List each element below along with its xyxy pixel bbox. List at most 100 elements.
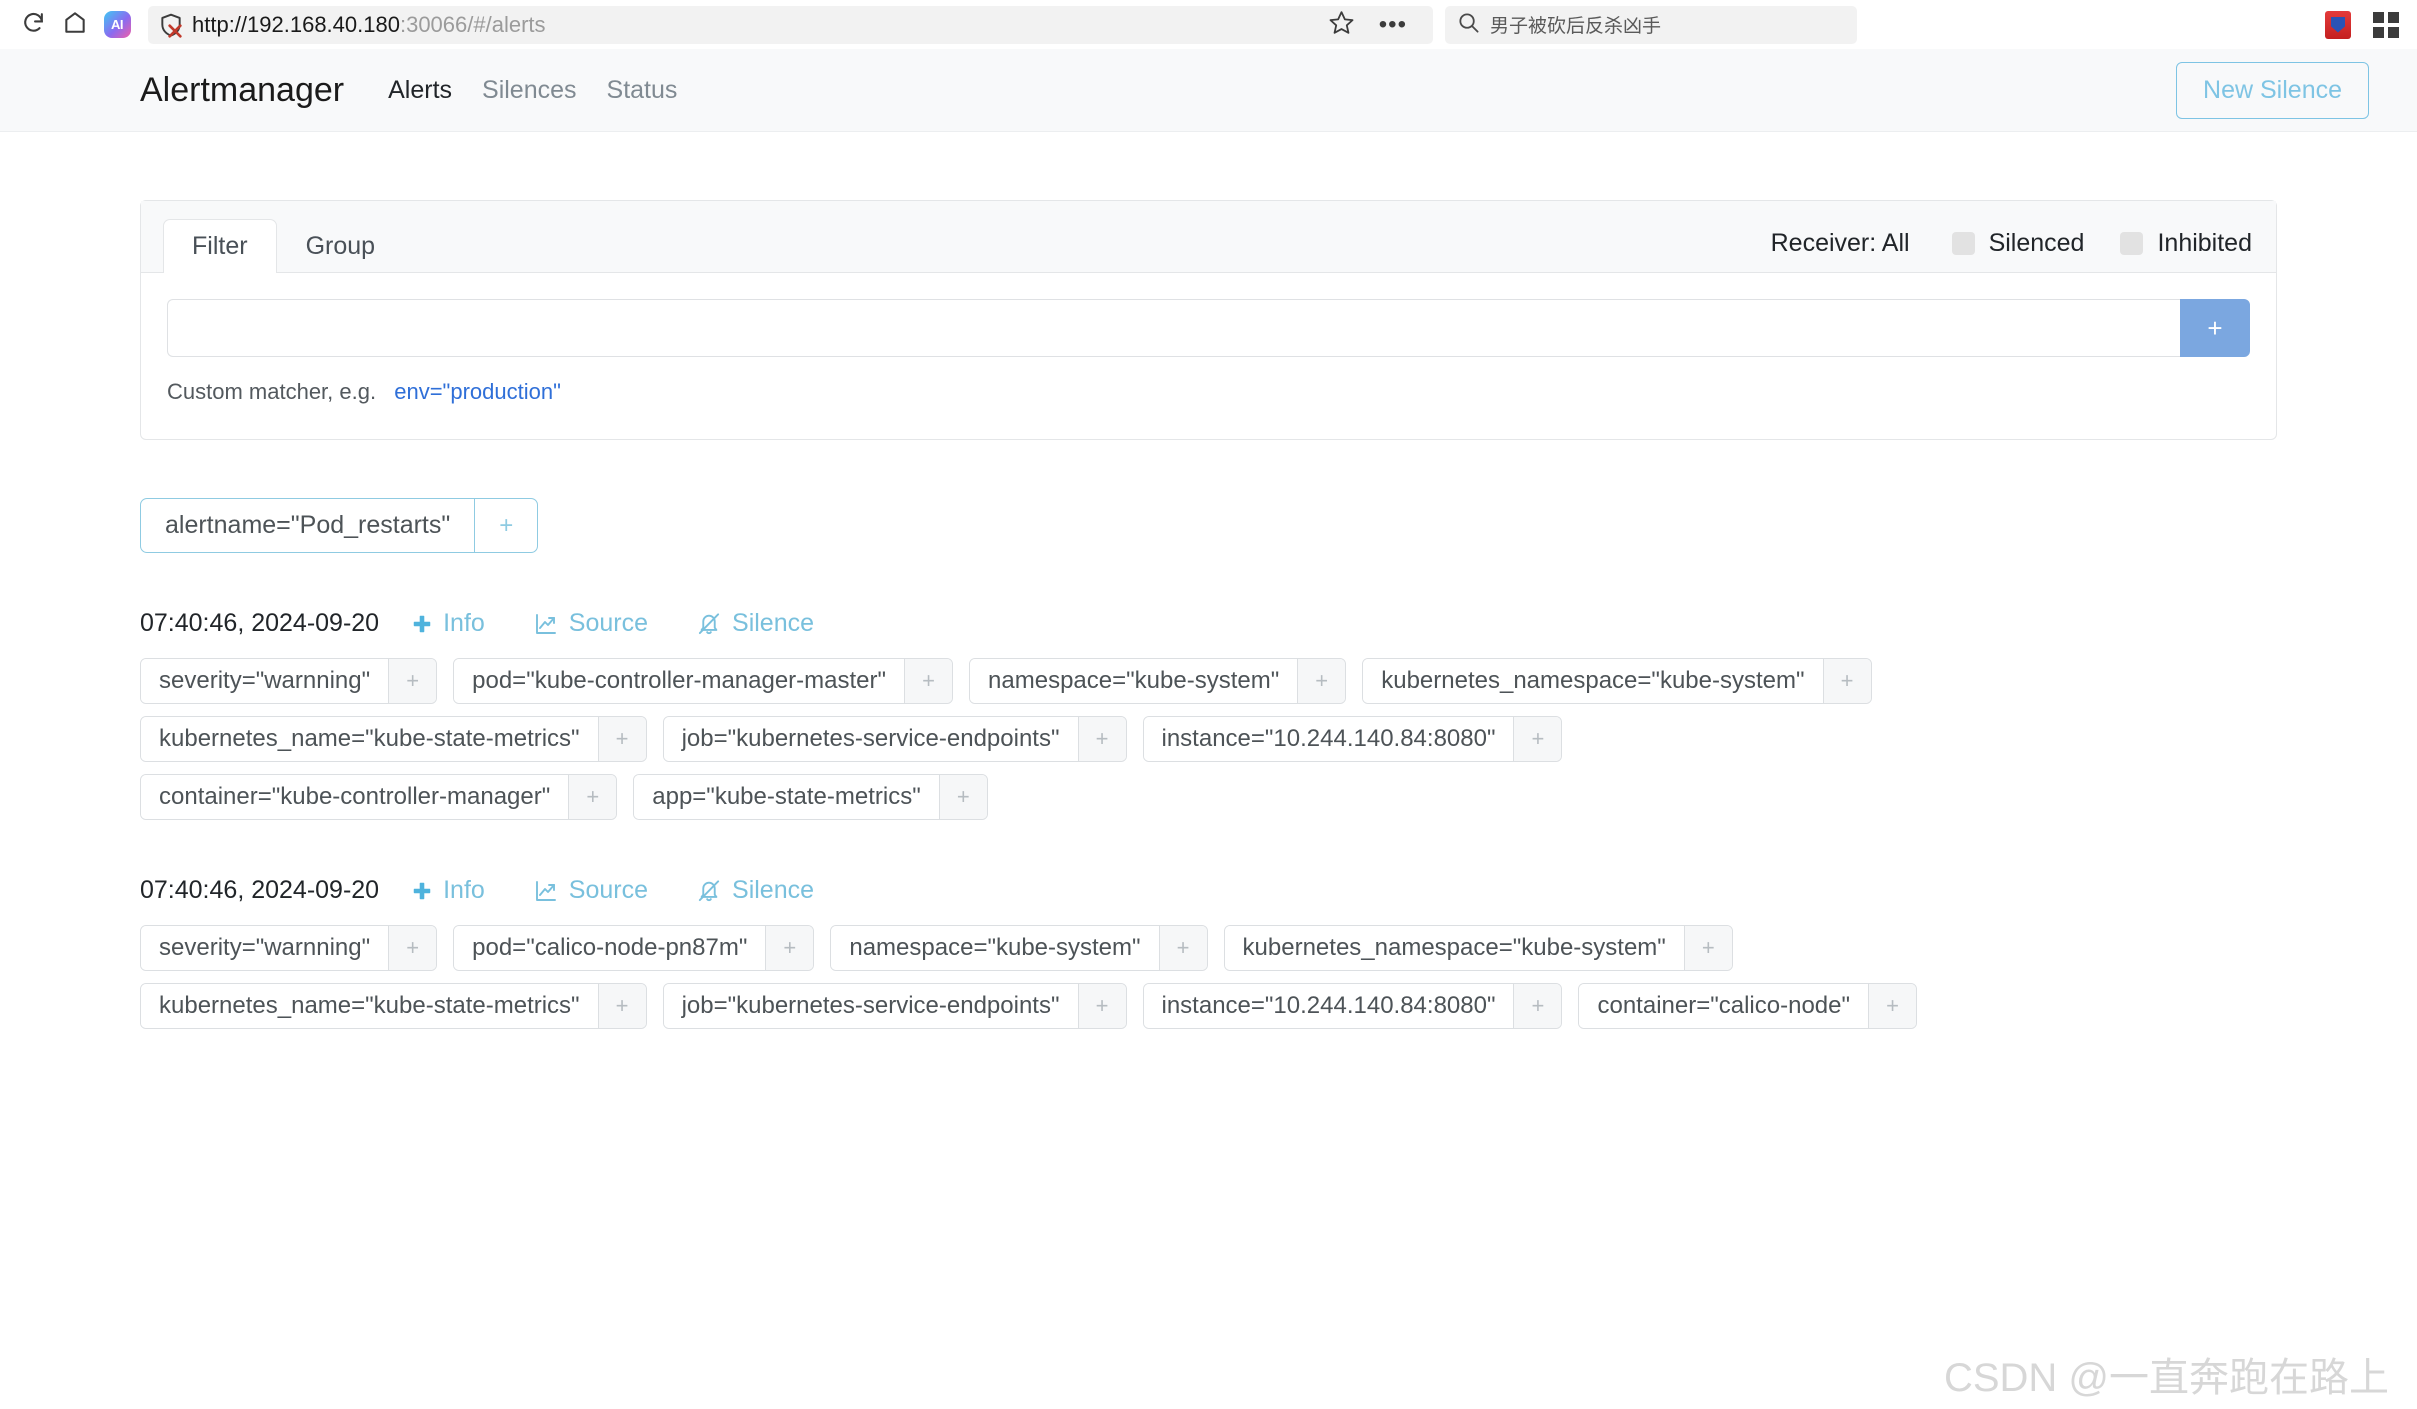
alert-item: 07:40:46, 2024-09-20 Info Source Silence…	[140, 876, 2277, 1029]
alert-timestamp: 07:40:46, 2024-09-20	[140, 876, 380, 904]
app-brand: Alertmanager	[140, 70, 345, 109]
app-navbar: Alertmanager Alerts Silences Status New …	[0, 49, 2417, 132]
alert-label-chip[interactable]: pod="calico-node-pn87m" +	[453, 925, 815, 971]
alert-label-chip[interactable]: app="kube-state-metrics" +	[633, 774, 988, 820]
alert-label-chip[interactable]: namespace="kube-system" +	[969, 658, 1347, 704]
alert-info-label: Info	[443, 609, 485, 637]
alert-label-chip[interactable]: instance="10.244.140.84:8080" +	[1142, 983, 1563, 1029]
alert-label-plus-button[interactable]: +	[765, 926, 814, 970]
alert-label-chip[interactable]: instance="10.244.140.84:8080" +	[1142, 716, 1563, 762]
alert-label-chip[interactable]: job="kubernetes-service-endpoints" +	[662, 983, 1127, 1029]
search-query-text: 男子被砍后反杀凶手	[1490, 16, 1662, 37]
nav-link-status[interactable]: Status	[607, 76, 678, 105]
matcher-input[interactable]	[167, 299, 2180, 357]
alert-label-chip[interactable]: pod="kube-controller-manager-master" +	[453, 658, 954, 704]
alert-label-plus-button[interactable]: +	[904, 659, 953, 703]
active-filter-label: alertname="Pod_restarts"	[141, 499, 476, 552]
alert-silence-link[interactable]: Silence	[696, 876, 814, 905]
home-button[interactable]	[54, 6, 96, 44]
ai-assistant-button[interactable]: AI	[96, 6, 138, 44]
silenced-checkbox-group[interactable]: Silenced	[1951, 229, 2084, 258]
url-scheme-host: http://192.168.40.180	[192, 11, 400, 37]
apps-grid-icon[interactable]	[2373, 11, 2399, 38]
alert-label-plus-button[interactable]: +	[597, 984, 646, 1028]
matcher-hint-example[interactable]: env="production"	[394, 379, 561, 404]
alert-label-text: severity="warnning"	[141, 659, 389, 703]
reload-button[interactable]	[12, 6, 54, 44]
active-filter-chip[interactable]: alertname="Pod_restarts" +	[140, 498, 539, 553]
add-matcher-button[interactable]: +	[2180, 299, 2250, 357]
alert-label-chip[interactable]: severity="warnning" +	[140, 925, 438, 971]
label-row: kubernetes_name="kube-state-metrics" + j…	[140, 716, 2277, 762]
search-bar[interactable]: 男子被砍后反杀凶手	[1445, 5, 1857, 44]
alert-label-text: instance="10.244.140.84:8080"	[1143, 717, 1514, 761]
tab-group[interactable]: Group	[277, 219, 404, 273]
alert-label-plus-button[interactable]: +	[1077, 717, 1126, 761]
alert-meta: 07:40:46, 2024-09-20 Info Source Silence	[140, 609, 2277, 638]
reload-icon	[21, 10, 46, 40]
inhibited-label: Inhibited	[2157, 229, 2252, 257]
alert-label-plus-button[interactable]: +	[1158, 926, 1207, 970]
matcher-hint-text: Custom matcher, e.g.	[167, 379, 377, 404]
bell-slash-icon	[696, 611, 722, 636]
alert-label-chip[interactable]: container="kube-controller-manager" +	[140, 774, 618, 820]
alert-source-label: Source	[568, 609, 649, 637]
filter-header-controls: Receiver: All Silenced Inhibited	[1771, 229, 2252, 272]
alert-source-link[interactable]: Source	[533, 876, 648, 905]
bookmark-star-button[interactable]	[1328, 9, 1355, 41]
alert-label-plus-button[interactable]: +	[1513, 717, 1562, 761]
alert-label-chip[interactable]: kubernetes_namespace="kube-system" +	[1223, 925, 1733, 971]
new-silence-button[interactable]: New Silence	[2176, 61, 2369, 119]
alert-label-plus-button[interactable]: +	[388, 659, 437, 703]
alert-source-link[interactable]: Source	[533, 609, 648, 638]
alert-label-plus-button[interactable]: +	[568, 775, 617, 819]
alert-label-text: kubernetes_namespace="kube-system"	[1363, 659, 1823, 703]
alert-label-plus-button[interactable]: +	[1297, 659, 1346, 703]
nav-link-silences[interactable]: Silences	[482, 76, 577, 105]
bell-slash-icon	[696, 878, 722, 903]
alert-label-plus-button[interactable]: +	[1868, 984, 1917, 1028]
alert-label-plus-button[interactable]: +	[388, 926, 437, 970]
alert-item: 07:40:46, 2024-09-20 Info Source Silence…	[140, 609, 2277, 820]
label-row: kubernetes_name="kube-state-metrics" + j…	[140, 983, 2277, 1029]
alert-label-chip[interactable]: container="calico-node" +	[1578, 983, 1918, 1029]
alert-label-plus-button[interactable]: +	[938, 775, 987, 819]
alert-label-chip[interactable]: kubernetes_name="kube-state-metrics" +	[140, 983, 647, 1029]
alert-silence-label: Silence	[732, 876, 815, 904]
alert-label-text: namespace="kube-system"	[831, 926, 1159, 970]
extension-icon[interactable]	[2325, 10, 2351, 39]
alert-label-plus-button[interactable]: +	[1683, 926, 1732, 970]
more-options-icon[interactable]: •••	[1379, 12, 1407, 36]
alert-info-link[interactable]: Info	[411, 609, 485, 638]
address-bar[interactable]: http://192.168.40.180:30066/#/alerts •••	[148, 5, 1433, 44]
alert-label-plus-button[interactable]: +	[1077, 984, 1126, 1028]
alert-label-plus-button[interactable]: +	[597, 717, 646, 761]
silenced-checkbox[interactable]	[1951, 232, 1975, 255]
alert-label-text: container="kube-controller-manager"	[141, 775, 569, 819]
alert-label-chip[interactable]: namespace="kube-system" +	[830, 925, 1208, 971]
home-icon	[62, 9, 88, 40]
alert-label-chip[interactable]: job="kubernetes-service-endpoints" +	[662, 716, 1127, 762]
label-row: severity="warnning" + pod="calico-node-p…	[140, 925, 2277, 971]
alert-info-link[interactable]: Info	[411, 876, 485, 905]
active-filter-plus-button[interactable]: +	[475, 499, 537, 552]
alert-label-chip[interactable]: kubernetes_name="kube-state-metrics" +	[140, 716, 647, 762]
label-row: container="kube-controller-manager" + ap…	[140, 774, 2277, 820]
nav-link-alerts[interactable]: Alerts	[388, 76, 452, 105]
alert-label-text: severity="warnning"	[141, 926, 389, 970]
alert-silence-link[interactable]: Silence	[696, 609, 814, 638]
url-text: http://192.168.40.180:30066/#/alerts	[192, 12, 546, 38]
label-row: severity="warnning" + pod="kube-controll…	[140, 658, 2277, 704]
alert-label-chip[interactable]: severity="warnning" +	[140, 658, 438, 704]
alert-label-chip[interactable]: kubernetes_namespace="kube-system" +	[1362, 658, 1872, 704]
chart-line-icon	[533, 879, 559, 903]
alert-label-text: namespace="kube-system"	[970, 659, 1298, 703]
alert-label-plus-button[interactable]: +	[1822, 659, 1871, 703]
alert-label-text: job="kubernetes-service-endpoints"	[663, 717, 1078, 761]
inhibited-checkbox[interactable]	[2120, 232, 2144, 255]
alert-label-rows: severity="warnning" + pod="kube-controll…	[140, 658, 2277, 820]
tab-filter[interactable]: Filter	[163, 219, 277, 273]
receiver-selector[interactable]: Receiver: All	[1771, 229, 1910, 258]
alert-label-plus-button[interactable]: +	[1513, 984, 1562, 1028]
inhibited-checkbox-group[interactable]: Inhibited	[2120, 229, 2252, 258]
